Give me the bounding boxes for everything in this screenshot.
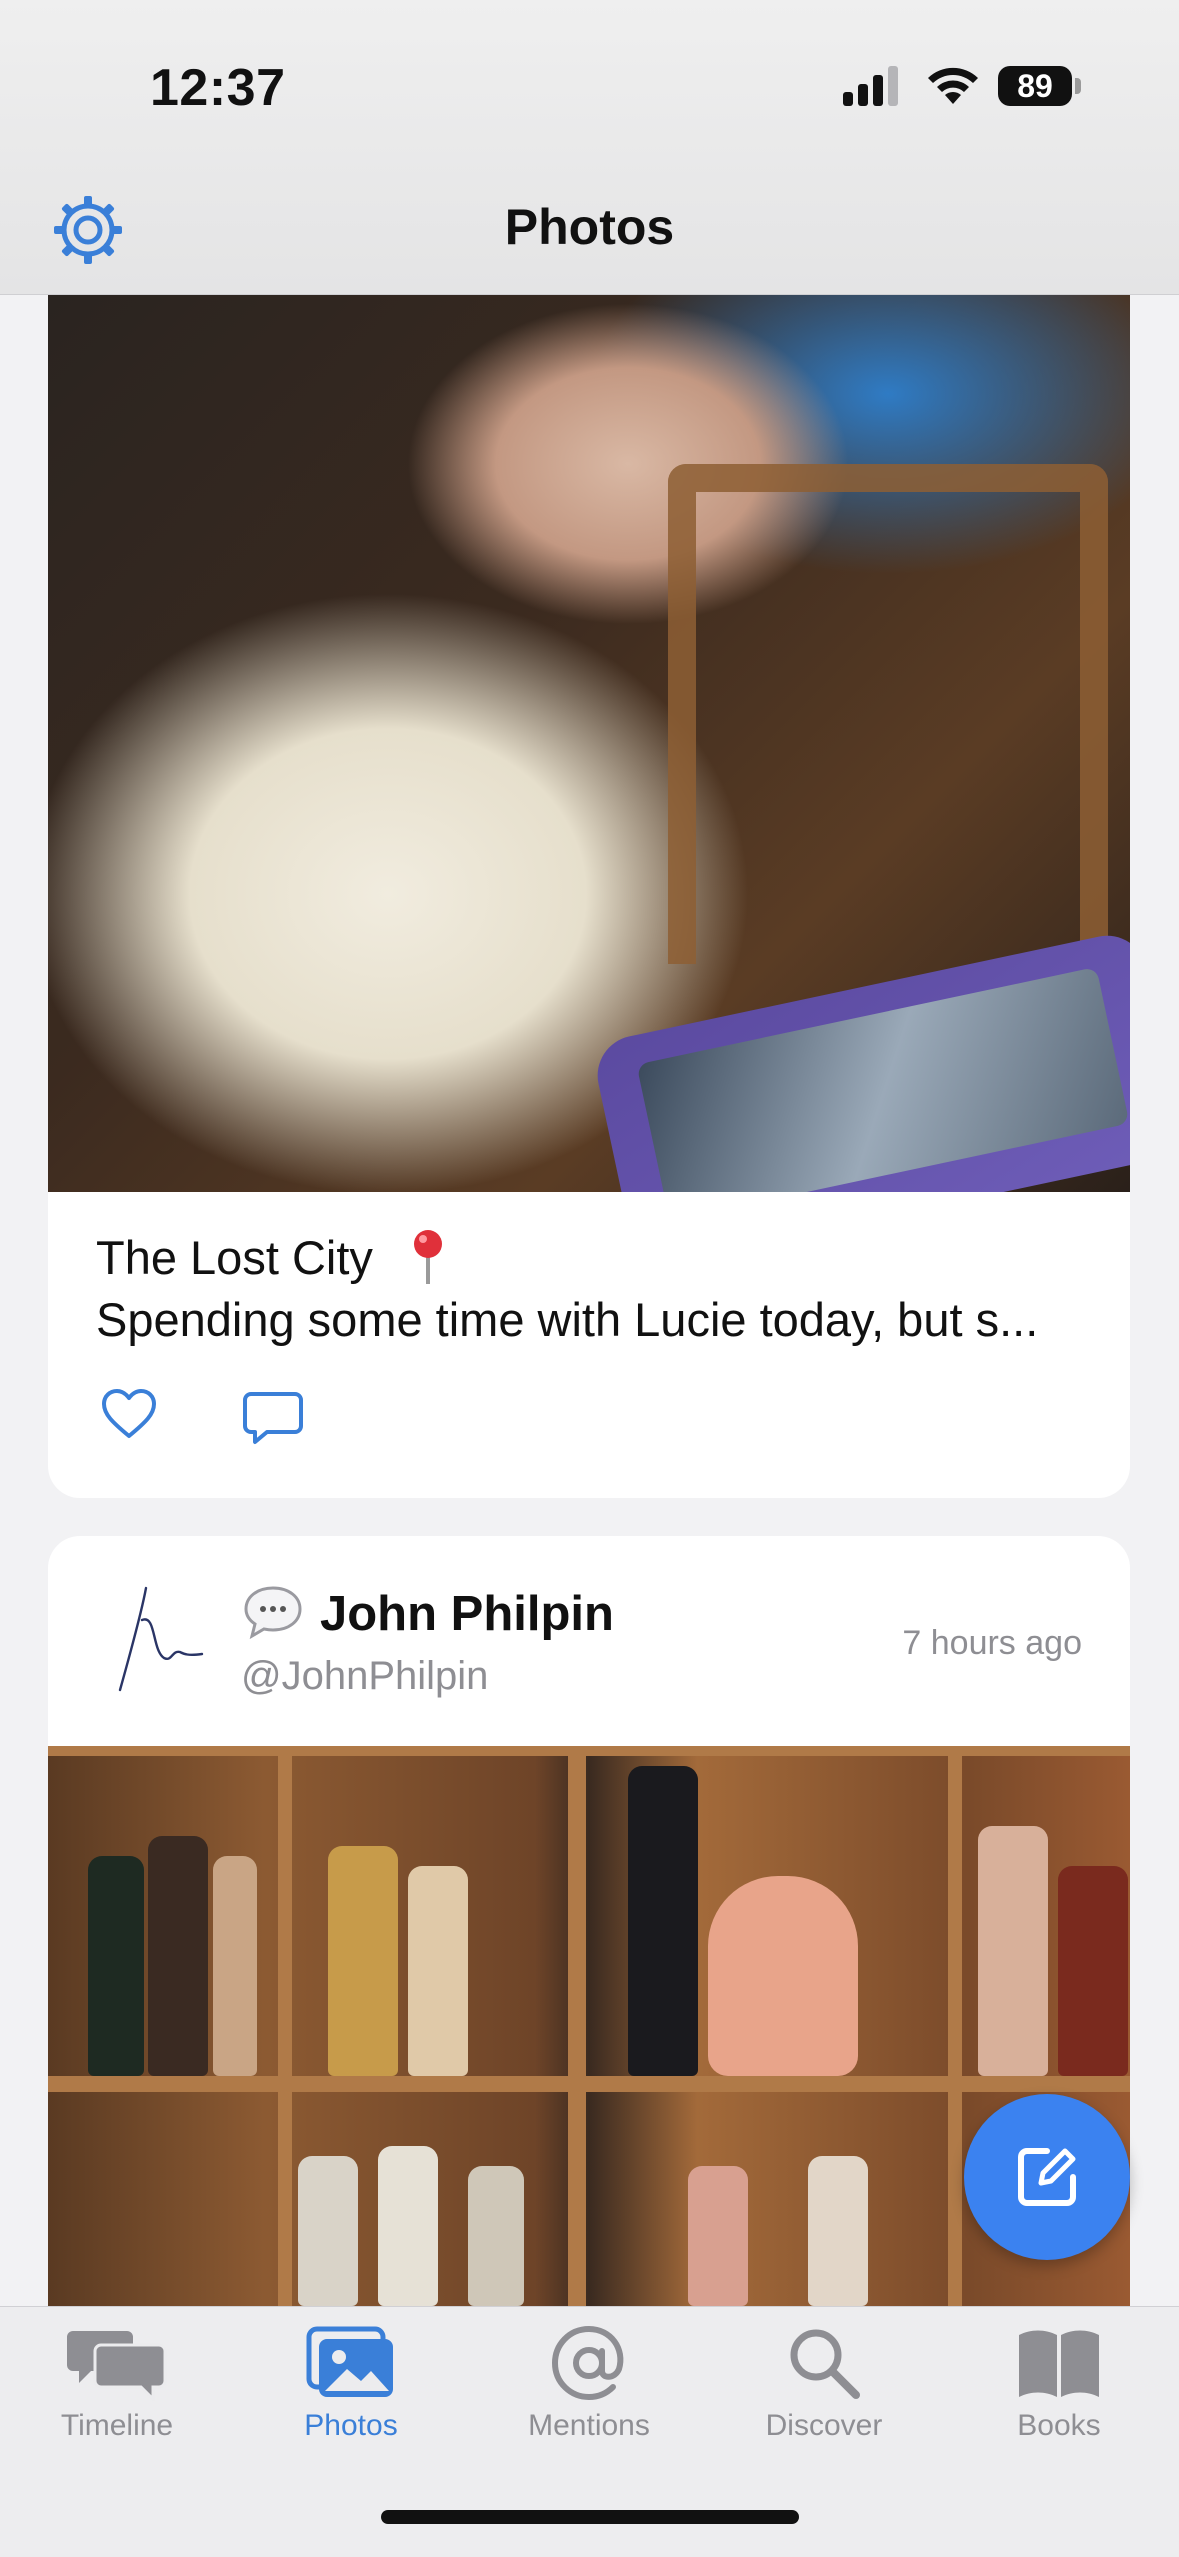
tab-label: Timeline xyxy=(60,2409,174,2442)
battery-indicator: 89 xyxy=(998,66,1072,106)
photo-bottle xyxy=(468,2166,524,2306)
at-icon xyxy=(551,2325,624,2401)
heart-icon[interactable] xyxy=(100,1388,158,1440)
post-photo[interactable] xyxy=(48,1746,1130,2306)
location-pin-icon xyxy=(414,1230,442,1284)
tab-mentions[interactable]: Mentions xyxy=(489,2325,689,2443)
author-handle[interactable]: @JohnPhilpin xyxy=(241,1654,488,1699)
book-icon xyxy=(1019,2330,1099,2397)
photo-bottle xyxy=(328,1846,398,2076)
photo-bottle xyxy=(808,2156,868,2306)
tab-timeline[interactable]: Timeline xyxy=(17,2325,217,2443)
photo-bottle xyxy=(408,1866,468,2076)
tab-books[interactable]: Books xyxy=(959,2325,1159,2443)
page-title: Photos xyxy=(504,199,675,255)
photo-shelf xyxy=(568,1746,586,2306)
tab-label: Discover xyxy=(765,2409,883,2442)
post-card[interactable]: The Lost City Spending some time with Lu… xyxy=(48,1192,1130,1498)
speech-bubble-icon xyxy=(244,1586,302,1640)
photo-bottle xyxy=(978,1826,1048,2076)
photo-bottle xyxy=(688,2166,748,2306)
reply-icon[interactable] xyxy=(241,1390,305,1446)
photo-bottle xyxy=(213,1856,257,2076)
compose-icon xyxy=(1018,2148,1076,2206)
compose-button[interactable] xyxy=(964,2094,1130,2260)
tab-photos[interactable]: Photos xyxy=(251,2325,451,2443)
search-icon xyxy=(790,2329,860,2399)
chat-bubbles-icon xyxy=(67,2331,167,2401)
photo-shelf xyxy=(48,1746,1130,1756)
photo-shelf xyxy=(48,2076,1130,2092)
post-text[interactable]: Spending some time with Lucie today, but… xyxy=(96,1292,1038,1347)
tab-label: Books xyxy=(1017,2409,1101,2442)
post-photo[interactable] xyxy=(48,294,1130,1192)
photo-shelf xyxy=(948,1746,962,2306)
avatar[interactable] xyxy=(112,1580,212,1700)
photo-bottle xyxy=(298,2156,358,2306)
home-indicator[interactable] xyxy=(381,2510,799,2524)
photo-bottle xyxy=(1058,1866,1128,2076)
photo-bottle xyxy=(378,2146,438,2306)
post-card[interactable]: John Philpin @JohnPhilpin 7 hours ago xyxy=(48,1536,1130,1746)
photo-bottle xyxy=(148,1836,208,2076)
status-time: 12:37 xyxy=(150,59,286,117)
photo-bottle xyxy=(88,1856,144,2076)
tab-discover[interactable]: Discover xyxy=(724,2325,924,2443)
photos-icon xyxy=(306,2326,393,2397)
photo-bottle xyxy=(628,1766,698,2076)
photo-shelf xyxy=(278,1746,292,2306)
photo-chair-shape xyxy=(668,464,1108,964)
wifi-icon xyxy=(928,67,978,104)
tab-label: Mentions xyxy=(528,2409,650,2442)
top-bar: 12:37 89 Photos xyxy=(0,0,1179,295)
battery-cap xyxy=(1075,78,1081,94)
photo-bottle xyxy=(708,1876,858,2076)
author-name[interactable]: John Philpin xyxy=(320,1586,614,1642)
cellular-signal-icon xyxy=(843,66,898,106)
post-title[interactable]: The Lost City xyxy=(96,1230,373,1285)
tab-label: Photos xyxy=(304,2409,398,2442)
post-timestamp[interactable]: 7 hours ago xyxy=(902,1624,1082,1663)
